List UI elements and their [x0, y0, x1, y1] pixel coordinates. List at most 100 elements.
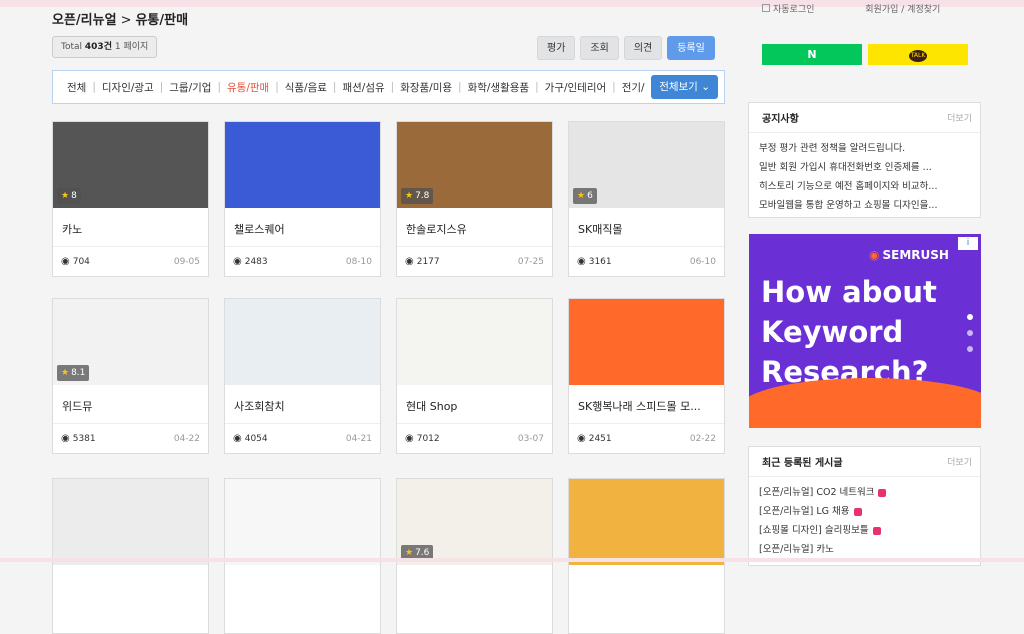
site-thumbnail[interactable] [225, 122, 380, 208]
site-title[interactable]: 한솔로지스유 [397, 208, 552, 248]
category-item[interactable]: 전기/ [620, 80, 647, 95]
new-badge-icon [872, 526, 881, 535]
sort-comments-button[interactable]: 의견 [623, 36, 663, 60]
breadcrumb-parent[interactable]: 오픈/리뉴얼 [52, 13, 117, 28]
recent-post-label: [오픈/리뉴얼] CO2 네트워크 [759, 487, 875, 498]
sort-date-button[interactable]: 등록일 [667, 36, 715, 60]
rating-badge: ★ 8 [57, 188, 81, 204]
notice-item[interactable]: 히스토리 기능으로 예전 홈페이지와 비교하... [759, 177, 970, 196]
site-card[interactable]: ★ 6 SK매직몰 ◉ 3161 06-10 [568, 121, 725, 277]
kakao-login-button[interactable]: TALK [868, 44, 968, 65]
category-item[interactable]: 전체 [65, 80, 88, 95]
site-title[interactable] [53, 565, 208, 605]
site-title[interactable]: SK매직몰 [569, 208, 724, 248]
rating-value: 6 [587, 191, 593, 201]
site-thumbnail[interactable]: ★ 8 [53, 122, 208, 208]
site-thumbnail[interactable] [569, 299, 724, 385]
category-item[interactable]: 디자인/광고 [100, 80, 156, 95]
site-thumbnail[interactable] [225, 479, 380, 565]
site-card[interactable] [52, 478, 209, 634]
sort-views-button[interactable]: 조회 [580, 36, 619, 60]
view-count-value: 4054 [244, 434, 268, 444]
site-thumbnail[interactable] [569, 479, 724, 565]
login-row: 자동로그인 회원가입 / 계정찾기 [748, 2, 981, 20]
view-all-button[interactable]: 전체보기 ⌄ [651, 75, 718, 99]
site-title[interactable]: 사조회참치 [225, 385, 380, 425]
site-card[interactable] [568, 478, 725, 634]
view-count: ◉ 7012 [405, 433, 440, 444]
site-card[interactable]: 사조회참치 ◉ 4054 04-21 [224, 298, 381, 454]
site-title[interactable] [225, 565, 380, 605]
category-item[interactable]: 식품/음료 [283, 80, 329, 95]
recent-more-link[interactable]: 더보기 [947, 455, 972, 468]
category-item[interactable]: 화학/생활용품 [466, 80, 532, 95]
category-divider: | [535, 81, 539, 93]
auto-login-label[interactable]: 자동로그인 [773, 5, 814, 15]
card-meta: ◉ 3161 06-10 [569, 246, 724, 276]
eye-icon: ◉ [577, 433, 586, 444]
card-meta: ◉ 4054 04-21 [225, 423, 380, 453]
site-card[interactable]: ★ 7.6 [396, 478, 553, 634]
notice-more-link[interactable]: 더보기 [947, 111, 972, 124]
notice-item[interactable]: 일반 회원 가입시 휴대전화번호 인증제를 ... [759, 158, 970, 177]
site-card[interactable]: SK행복나래 스피드몰 모... ◉ 2451 02-22 [568, 298, 725, 454]
post-date: 09-05 [173, 256, 200, 267]
recent-post-item[interactable]: [오픈/리뉴얼] 카노 [759, 540, 970, 559]
site-title[interactable]: SK행복나래 스피드몰 모... [569, 385, 724, 425]
advertisement[interactable]: i ◉ SEMRUSH How about Keyword Research? [749, 234, 981, 428]
site-thumbnail[interactable]: ★ 8.1 [53, 299, 208, 385]
naver-icon: N [807, 48, 817, 61]
site-title[interactable]: 카노 [53, 208, 208, 248]
ad-carousel-dots [967, 314, 973, 352]
total-count: Total 403건 1 페이지 [52, 36, 158, 58]
site-title[interactable]: 챌로스퀘어 [225, 208, 380, 248]
category-bar: 전체 | 디자인/광고 | 그룹/기업 | 유통/판매 | 식품/음료 | 패션/섬유 | 화장품/미용… [52, 70, 725, 104]
post-date: 02-22 [689, 433, 716, 444]
view-count-value: 5381 [72, 434, 96, 444]
site-card[interactable]: ★ 8 카노 ◉ 704 09-05 [52, 121, 209, 277]
site-title[interactable] [569, 565, 724, 605]
site-card[interactable]: ★ 8.1 위드뮤 ◉ 5381 04-22 [52, 298, 209, 454]
site-card[interactable] [224, 478, 381, 634]
view-count: ◉ 2483 [233, 256, 268, 267]
join-link[interactable]: 회원가입 [865, 5, 898, 15]
site-title[interactable]: 현대 Shop [397, 385, 552, 425]
category-divider: | [612, 81, 616, 93]
sort-rating-button[interactable]: 평가 [537, 36, 576, 60]
recent-post-item[interactable]: [쇼핑몰 디자인] 슬리핑보틀 [759, 521, 970, 540]
category-item[interactable]: 패션/섬유 [340, 80, 386, 95]
category-item[interactable]: 유통/판매 [225, 80, 271, 95]
recent-post-item[interactable]: [오픈/리뉴얼] LG 채용 [759, 502, 970, 521]
category-divider: | [390, 81, 395, 93]
category-item[interactable]: 그룹/기업 [167, 80, 213, 95]
site-thumbnail[interactable] [53, 479, 208, 565]
category-item[interactable]: 화장품/미용 [398, 80, 454, 95]
site-thumbnail[interactable] [225, 299, 380, 385]
card-meta: ◉ 5381 04-22 [53, 423, 208, 453]
site-thumbnail[interactable]: ★ 6 [569, 122, 724, 208]
find-account-link[interactable]: 계정찾기 [907, 5, 940, 15]
site-thumbnail[interactable] [397, 299, 552, 385]
naver-login-button[interactable]: N [762, 44, 862, 65]
site-card[interactable]: 현대 Shop ◉ 7012 03-07 [396, 298, 553, 454]
rating-value: 7.6 [415, 548, 430, 558]
star-icon: ★ [405, 548, 414, 558]
category-item[interactable]: 가구/인테리어 [543, 80, 609, 95]
view-count-value: 2177 [416, 257, 440, 267]
post-date: 04-22 [173, 433, 200, 444]
view-count-value: 704 [72, 257, 90, 267]
notice-item[interactable]: 부정 평가 관련 정책을 알려드립니다. [759, 139, 970, 158]
site-card[interactable]: 챌로스퀘어 ◉ 2483 08-10 [224, 121, 381, 277]
site-title[interactable] [397, 565, 552, 605]
notice-item[interactable]: 모바일웹을 통합 운영하고 쇼핑몰 디자인을... [759, 196, 970, 215]
post-date: 08-10 [345, 256, 372, 267]
ad-info-icon[interactable]: i [958, 237, 978, 250]
ad-headline: How about Keyword Research? [761, 275, 937, 389]
site-thumbnail[interactable]: ★ 7.8 [397, 122, 552, 208]
recent-post-item[interactable]: [오픈/리뉴얼] CO2 네트워크 [759, 483, 970, 502]
site-card[interactable]: ★ 7.8 한솔로지스유 ◉ 2177 07-25 [396, 121, 553, 277]
auto-login-checkbox[interactable] [762, 4, 770, 12]
eye-icon: ◉ [405, 256, 414, 267]
site-title[interactable]: 위드뮤 [53, 385, 208, 425]
site-thumbnail[interactable]: ★ 7.6 [397, 479, 552, 565]
